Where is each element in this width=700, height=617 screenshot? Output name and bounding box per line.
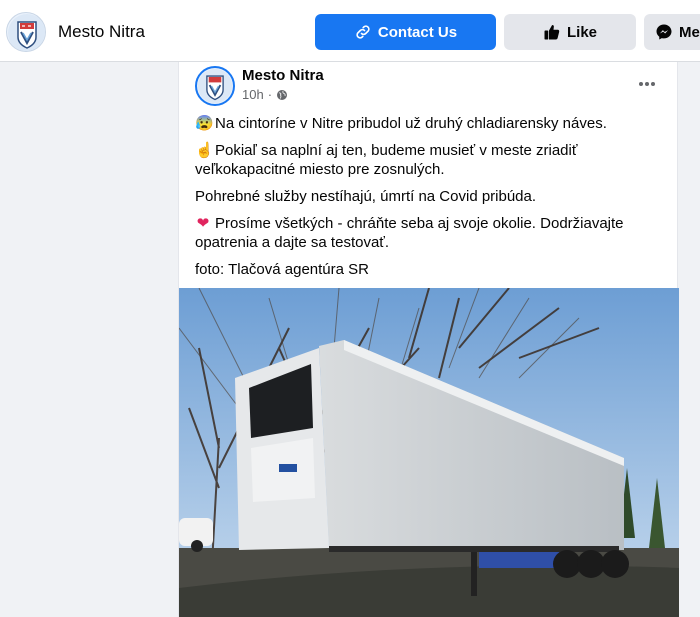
post-line-2: ☝Pokiaľ sa naplní aj ten, budeme musieť … — [195, 141, 665, 179]
pointing-up-icon: ☝ — [195, 142, 214, 159]
post-meta: 10h · — [242, 87, 288, 102]
anxious-face-icon: 😰 — [195, 115, 214, 132]
nitra-coat-of-arms-icon — [197, 68, 233, 104]
thumbs-up-icon — [544, 25, 560, 40]
refrigerated-trailer-photo — [179, 288, 679, 617]
meta-separator: · — [267, 87, 273, 102]
contact-us-label: Contact Us — [377, 23, 458, 41]
post-card: Mesto Nitra 10h · 😰Na cintoríne v Nitre … — [178, 62, 679, 617]
page-title[interactable]: Mesto Nitra — [58, 22, 145, 42]
page-header: Mesto Nitra Contact Us Like Me — [0, 0, 700, 62]
post-line-3: Pohrebné služby nestíhajú, úmrtí na Covi… — [195, 187, 665, 206]
post-line-4-text: Prosíme všetkých - chráňte seba aj svoje… — [195, 215, 624, 251]
post-line-1-text: Na cintoríne v Nitre pribudol už druhý c… — [215, 115, 607, 132]
post-line-5-text: foto: Tlačová agentúra SR — [195, 261, 369, 278]
like-page-button[interactable]: Like — [504, 14, 636, 50]
post-photo[interactable] — [179, 288, 679, 617]
post-author-avatar[interactable] — [195, 66, 235, 106]
contact-us-button[interactable]: Contact Us — [315, 14, 496, 50]
post-options-button[interactable] — [635, 72, 659, 96]
like-label: Like — [566, 23, 597, 41]
more-dots-icon — [639, 82, 655, 86]
post-line-3-text: Pohrebné služby nestíhajú, úmrtí na Covi… — [195, 188, 537, 205]
page-avatar[interactable] — [6, 12, 46, 52]
post-author-name[interactable]: Mesto Nitra — [242, 67, 324, 84]
post-line-5: foto: Tlačová agentúra SR — [195, 260, 665, 279]
globe-icon[interactable] — [276, 89, 288, 101]
message-button[interactable]: Me — [644, 14, 700, 50]
nitra-coat-of-arms-icon — [8, 14, 45, 51]
post-line-2-text: Pokiaľ sa naplní aj ten, budeme musieť v… — [195, 142, 578, 178]
link-icon — [356, 25, 370, 39]
post-line-1: 😰Na cintoríne v Nitre pribudol už druhý … — [195, 114, 665, 133]
post-timestamp[interactable]: 10h — [242, 87, 264, 102]
messenger-icon — [656, 24, 672, 40]
heart-icon: ❤ — [196, 215, 210, 232]
post-text: 😰Na cintoríne v Nitre pribudol už druhý … — [195, 114, 665, 287]
post-line-4: ❤ Prosíme všetkých - chráňte seba aj svoj… — [195, 214, 665, 252]
message-label: Me — [679, 23, 700, 41]
